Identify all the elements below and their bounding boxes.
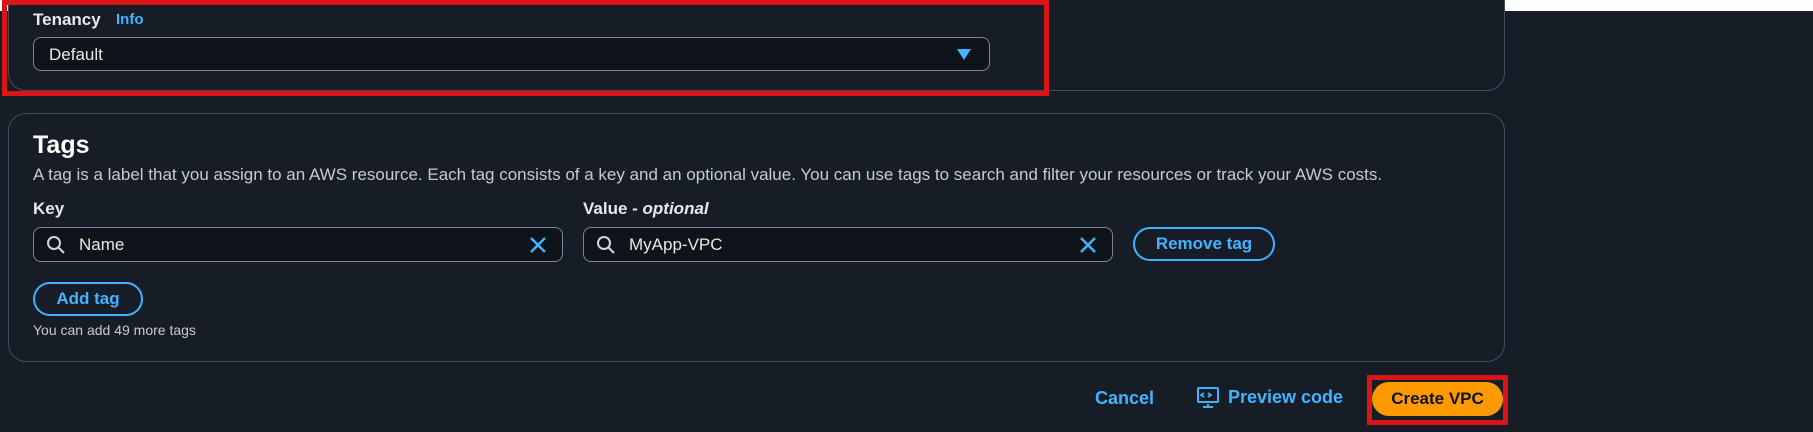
tag-key-value: Name [79, 235, 125, 254]
tags-heading: Tags [33, 131, 90, 159]
search-icon [47, 236, 65, 254]
remove-tag-button[interactable]: Remove tag [1133, 227, 1275, 261]
tenancy-info-link[interactable]: Info [116, 11, 144, 28]
preview-code-icon [1197, 387, 1219, 408]
tags-description: A tag is a label that you assign to an A… [33, 165, 1383, 184]
tag-value-optional: optional [642, 199, 709, 218]
tenancy-selected-value: Default [49, 45, 103, 64]
remaining-tags-hint: You can add 49 more tags [33, 322, 196, 338]
tenancy-label: Tenancy [33, 10, 101, 29]
tag-value-value: MyApp-VPC [629, 235, 723, 254]
tag-value-label-text: Value - [583, 199, 643, 218]
tag-value-input[interactable]: MyApp-VPC [583, 227, 1113, 262]
preview-code-label: Preview code [1228, 386, 1344, 407]
tag-key-label: Key [33, 199, 65, 218]
cancel-button[interactable]: Cancel [1095, 388, 1154, 409]
tag-key-input[interactable]: Name [33, 227, 563, 262]
tag-value-label: Value - optional [583, 199, 709, 219]
preview-code-button[interactable]: Preview code [1196, 386, 1343, 408]
create-vpc-button[interactable]: Create VPC [1372, 382, 1503, 416]
clear-icon[interactable] [1078, 235, 1098, 255]
tenancy-select[interactable]: Default [33, 37, 990, 71]
clear-icon[interactable] [528, 235, 548, 255]
chevron-down-icon [957, 49, 971, 60]
add-tag-button[interactable]: Add tag [33, 282, 143, 316]
search-icon [597, 236, 615, 254]
